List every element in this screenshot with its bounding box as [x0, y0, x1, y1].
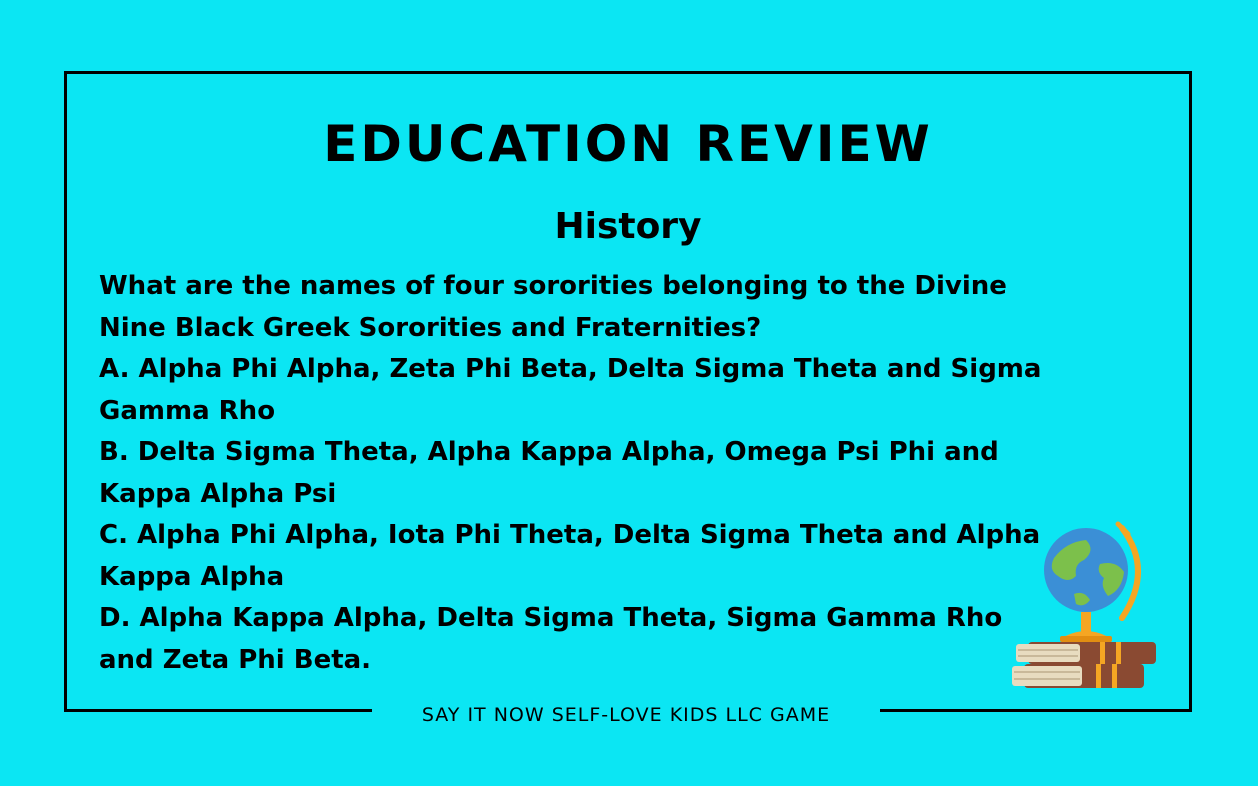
option-a: A. Alpha Phi Alpha, Zeta Phi Beta, Delta… [99, 354, 1042, 426]
option-b: B. Delta Sigma Theta, Alpha Kappa Alpha,… [99, 437, 999, 509]
category-subtitle: History [554, 206, 702, 247]
footer-credit: SAY IT NOW SELF-LOVE KIDS LLC GAME [421, 704, 831, 726]
question-text: What are the names of four sororities be… [99, 271, 1007, 343]
page-title: EDUCATION REVIEW [323, 115, 933, 173]
option-d: D. Alpha Kappa Alpha, Delta Sigma Theta,… [99, 603, 1003, 675]
globe-on-books-icon [1004, 520, 1164, 692]
question-block: What are the names of four sororities be… [99, 266, 1059, 681]
option-c: C. Alpha Phi Alpha, Iota Phi Theta, Delt… [99, 520, 1041, 592]
